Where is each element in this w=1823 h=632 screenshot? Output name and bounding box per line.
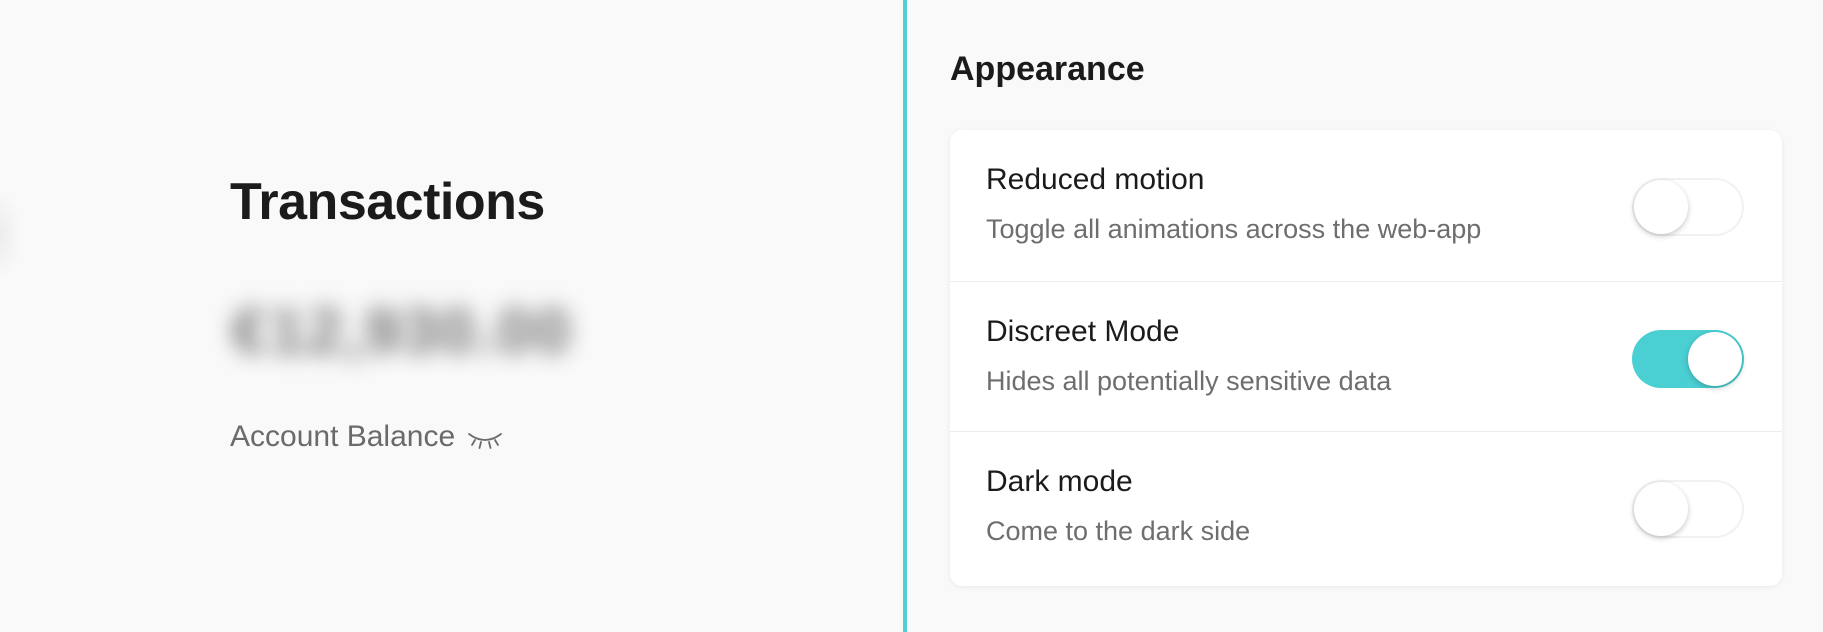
appearance-settings-card: Reduced motion Toggle all animations acr… bbox=[950, 130, 1782, 586]
settings-panel: Appearance Reduced motion Toggle all ani… bbox=[907, 0, 1823, 632]
setting-row-dark-mode: Dark mode Come to the dark side bbox=[950, 431, 1782, 586]
dark-mode-toggle[interactable] bbox=[1632, 480, 1744, 538]
setting-description: Come to the dark side bbox=[986, 516, 1251, 546]
setting-description: Toggle all animations across the web-app bbox=[986, 214, 1482, 244]
toggle-knob bbox=[1634, 180, 1688, 234]
discreet-mode-toggle[interactable] bbox=[1632, 330, 1744, 388]
transactions-panel: Transactions €12,930.00 Account Balance bbox=[0, 0, 903, 632]
setting-description: Hides all potentially sensitive data bbox=[986, 366, 1392, 396]
account-balance-row[interactable]: Account Balance bbox=[230, 420, 503, 454]
account-balance-value: €12,930.00 bbox=[232, 295, 573, 367]
setting-title: Discreet Mode bbox=[986, 315, 1180, 348]
reduced-motion-toggle[interactable] bbox=[1632, 178, 1744, 236]
toggle-knob bbox=[1688, 332, 1742, 386]
section-title-appearance: Appearance bbox=[950, 50, 1145, 88]
toggle-knob bbox=[1634, 482, 1688, 536]
setting-title: Dark mode bbox=[986, 465, 1133, 498]
page-title: Transactions bbox=[230, 173, 545, 231]
setting-title: Reduced motion bbox=[986, 163, 1205, 196]
panel-edge-shadow bbox=[0, 190, 22, 280]
setting-row-discreet-mode: Discreet Mode Hides all potentially sens… bbox=[950, 281, 1782, 431]
closed-eye-icon[interactable] bbox=[467, 427, 503, 453]
account-balance-label: Account Balance bbox=[230, 420, 456, 453]
setting-row-reduced-motion: Reduced motion Toggle all animations acr… bbox=[950, 130, 1782, 281]
